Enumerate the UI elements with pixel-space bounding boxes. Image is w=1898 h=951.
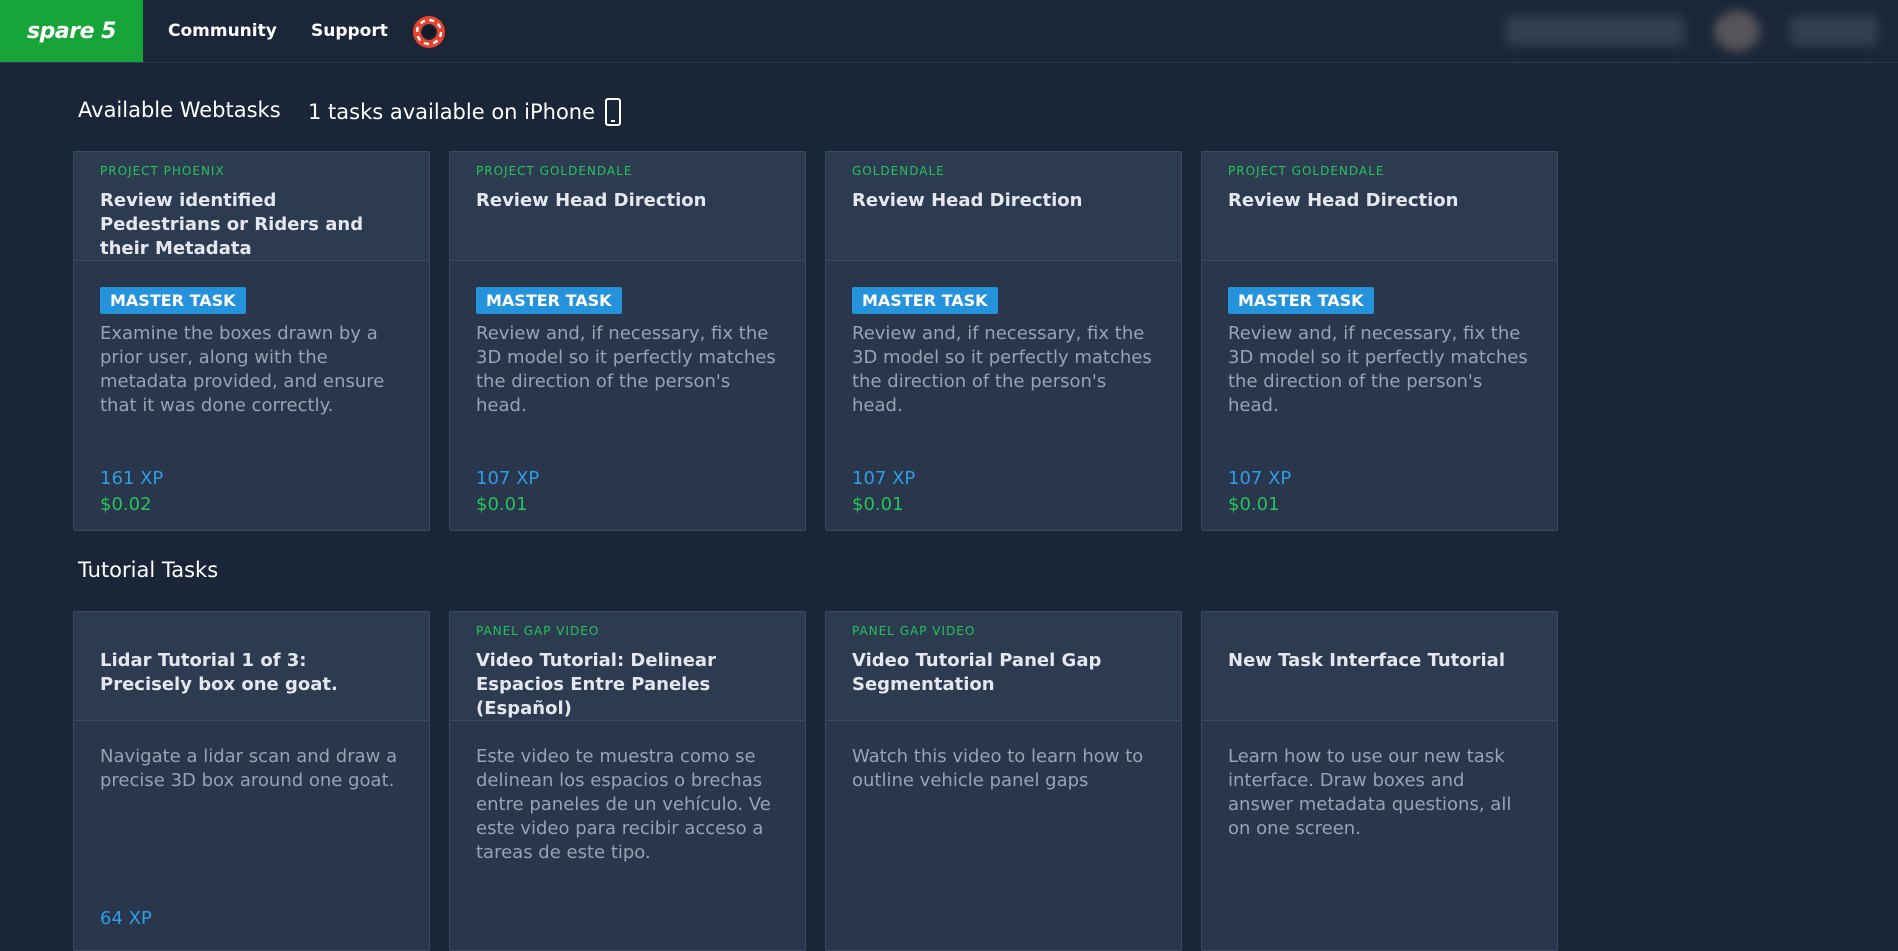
task-project-label: GOLDENDALE [852,164,945,178]
top-navbar: spare 5 Community Support [0,0,1898,63]
tutorial-card-body: Watch this video to learn how to outline… [826,721,1181,793]
master-task-badge: MASTER TASK [100,287,246,314]
tutorial-card[interactable]: Lidar Tutorial 1 of 3: Precisely box one… [73,611,430,951]
tutorial-project-label [100,624,403,640]
task-card-header: PROJECT GOLDENDALE Review Head Direction [1202,152,1557,261]
task-card[interactable]: PROJECT GOLDENDALE Review Head Direction… [449,151,806,531]
master-task-badge: MASTER TASK [476,287,622,314]
task-title: Review Head Direction [852,190,1083,211]
tutorial-card[interactable]: PANEL GAP VIDEO Video Tutorial: Delinear… [449,611,806,951]
tutorial-card-body: Learn how to use our new task interface.… [1202,721,1557,841]
task-description: Review and, if necessary, fix the 3D mod… [1228,323,1528,416]
tutorial-title: New Task Interface Tutorial [1228,650,1505,671]
tutorial-project-label [1228,624,1531,640]
task-description: Review and, if necessary, fix the 3D mod… [852,323,1152,416]
tutorial-card-header: New Task Interface Tutorial [1202,612,1557,721]
nav-support-link[interactable]: Support [311,0,388,62]
task-card-header: PROJECT PHOENIX Review identified Pedest… [74,152,429,261]
avatar[interactable] [1714,11,1760,51]
iphone-tasks-text: 1 tasks available on iPhone [308,100,596,124]
tutorial-title: Lidar Tutorial 1 of 3: Precisely box one… [100,650,338,695]
lifebuoy-icon[interactable] [411,14,447,50]
task-price: $0.01 [476,494,528,515]
tutorial-card-body: Navigate a lidar scan and draw a precise… [74,721,429,793]
task-price: $0.01 [852,494,904,515]
spare5-logo[interactable]: spare 5 [0,0,143,62]
task-title: Review Head Direction [1228,190,1459,211]
blurred-balance[interactable] [1790,16,1878,46]
tutorial-description: Watch this video to learn how to outline… [852,746,1144,791]
tutorial-description: Este video te muestra como se delinean l… [476,746,771,863]
nav-community-link[interactable]: Community [168,0,277,62]
available-webtasks-heading: Available Webtasks [78,98,281,122]
task-xp: 107 XP [852,468,916,489]
task-project-label: PROJECT GOLDENDALE [476,164,633,178]
tutorial-card-header: PANEL GAP VIDEO Video Tutorial: Delinear… [450,612,805,721]
task-project-label: PROJECT GOLDENDALE [1228,164,1385,178]
tutorial-project-label: PANEL GAP VIDEO [476,624,600,638]
tutorial-xp: 64 XP [100,908,152,929]
task-card-header: PROJECT GOLDENDALE Review Head Direction [450,152,805,261]
task-description: Examine the boxes drawn by a prior user,… [100,323,385,416]
task-xp: 161 XP [100,468,164,489]
task-project-label: PROJECT PHOENIX [100,164,225,178]
tutorial-title: Video Tutorial: Delinear Espacios Entre … [476,650,716,719]
tutorial-description: Learn how to use our new task interface.… [1228,746,1512,839]
task-card-body: MASTER TASK Review and, if necessary, fi… [826,261,1181,418]
phone-icon [605,98,622,126]
task-title: Review identified Pedestrians or Riders … [100,190,364,259]
task-description: Review and, if necessary, fix the 3D mod… [476,323,776,416]
tutorial-card[interactable]: New Task Interface Tutorial Learn how to… [1201,611,1558,951]
tutorial-card[interactable]: PANEL GAP VIDEO Video Tutorial Panel Gap… [825,611,1182,951]
task-xp: 107 XP [1228,468,1292,489]
task-card-body: MASTER TASK Review and, if necessary, fi… [1202,261,1557,418]
tutorial-tasks-heading: Tutorial Tasks [78,558,219,582]
task-price: $0.02 [100,494,152,515]
master-task-badge: MASTER TASK [1228,287,1374,314]
task-card[interactable]: GOLDENDALE Review Head Direction MASTER … [825,151,1182,531]
task-card[interactable]: PROJECT PHOENIX Review identified Pedest… [73,151,430,531]
tutorial-card-header: PANEL GAP VIDEO Video Tutorial Panel Gap… [826,612,1181,721]
task-card[interactable]: PROJECT GOLDENDALE Review Head Direction… [1201,151,1558,531]
task-card-body: MASTER TASK Examine the boxes drawn by a… [74,261,429,418]
task-card-header: GOLDENDALE Review Head Direction [826,152,1181,261]
iphone-tasks-notice[interactable]: 1 tasks available on iPhone [308,98,622,126]
task-title: Review Head Direction [476,190,707,211]
task-price: $0.01 [1228,494,1280,515]
tutorial-card-header: Lidar Tutorial 1 of 3: Precisely box one… [74,612,429,721]
blurred-phone-number [1505,16,1685,46]
master-task-badge: MASTER TASK [852,287,998,314]
tutorial-description: Navigate a lidar scan and draw a precise… [100,746,398,791]
tutorial-card-body: Este video te muestra como se delinean l… [450,721,805,865]
task-card-body: MASTER TASK Review and, if necessary, fi… [450,261,805,418]
tutorial-project-label: PANEL GAP VIDEO [852,624,976,638]
task-xp: 107 XP [476,468,540,489]
tutorial-title: Video Tutorial Panel Gap Segmentation [852,650,1102,695]
